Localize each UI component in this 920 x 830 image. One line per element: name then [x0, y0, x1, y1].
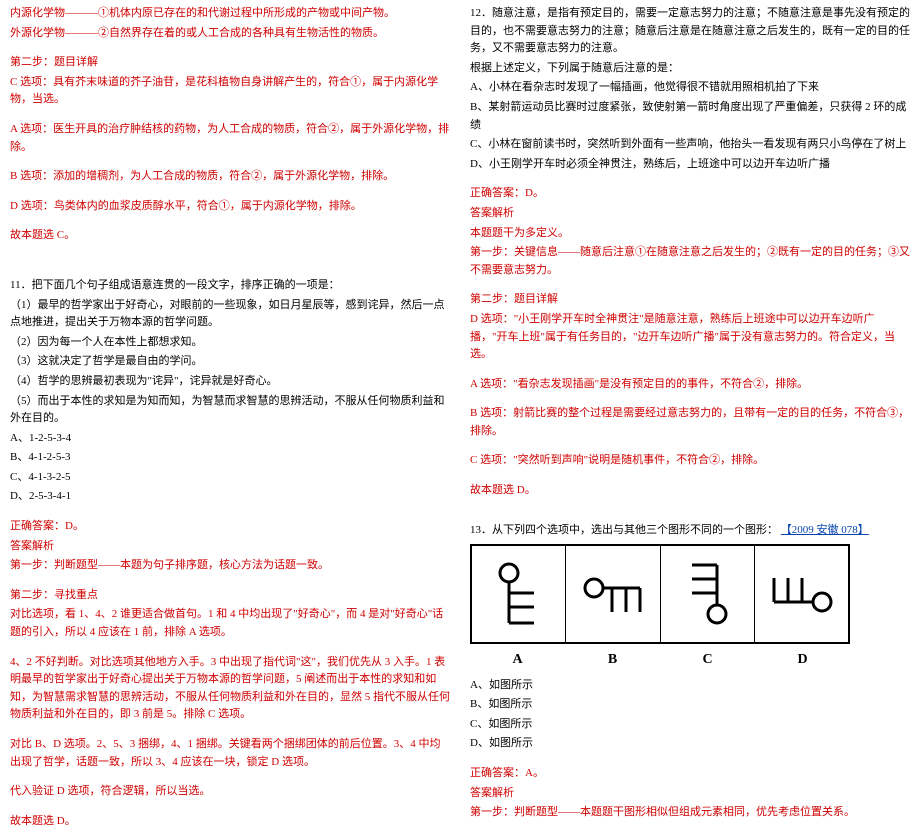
q12-option-c: C、小林在窗前读书时，突然听到外面有一些声响，他抬头一看发现有两只小鸟停在了树上 [470, 136, 910, 154]
q11-step2-p4: 代入验证 D 选项，符合逻辑，所以当选。 [10, 783, 450, 801]
q11-step2-p2: 4、2 不好判断。对比选项其他地方入手。3 中出现了指代词"这"，我们优先从 3… [10, 654, 450, 724]
q13-explanation-label: 答案解析 [470, 785, 910, 803]
q11-step1: 第一步：判断题型——本题为句子排序题，核心方法为话题一致。 [10, 557, 450, 575]
label-c: C [660, 649, 755, 671]
q11-title: 11．把下面几个句子组成语意连贯的一段文字，排序正确的一项是： [10, 277, 450, 295]
option-a-text: A 选项：医生开具的治疗肿结核的药物，为人工合成的物质，符合②，属于外源化学物，… [10, 121, 450, 156]
q13-title-text: 13．从下列四个选项中，选出与其他三个图形不同的一个图形： [470, 524, 778, 536]
figure-cell-a [472, 546, 566, 642]
intro-line-1: 内源化学物———①机体内原已存在的和代谢过程中所形成的产物或中间产物。 [10, 5, 450, 23]
q11-conclusion: 故本题选 D。 [10, 813, 450, 830]
q11-explanation-label: 答案解析 [10, 538, 450, 556]
q12-option-a: A、小林在看杂志时发现了一幅插画，他觉得很不错就用照相机拍了下来 [470, 79, 910, 97]
conclusion-1: 故本题选 C。 [10, 227, 450, 245]
q11-option-c: C、4-1-3-2-5 [10, 469, 450, 487]
q11-sentence-2: （2）因为每一个人在本性上都想求知。 [10, 334, 450, 352]
q12-explanation-label: 答案解析 [470, 205, 910, 223]
q12-d-analysis: D 选项："小王刚学开车时全神贯注"是随意注意，熟练后上班途中可以边开车边听广播… [470, 311, 910, 364]
q12-a-analysis: A 选项："看杂志发现插画"是没有预定目的的事件，不符合②，排除。 [470, 376, 910, 394]
intro-line-2: 外源化学物———②自然界存在着的或人工合成的各种具有生物活性的物质。 [10, 25, 450, 43]
q13-option-a: A、如图所示 [470, 677, 910, 695]
figure-cell-d [755, 546, 848, 642]
q12-c-analysis: C 选项："突然听到声响"说明是随机事件，不符合②，排除。 [470, 452, 910, 470]
q12-question: 根据上述定义，下列属于随意后注意的是： [470, 60, 910, 78]
q11-sentence-4: （4）哲学的思辨最初表现为"诧异"，诧异就是好奇心。 [10, 373, 450, 391]
q12-type: 本题题干为多定义。 [470, 225, 910, 243]
q13-label-row: A B C D [470, 649, 850, 671]
q11-option-d: D、2-5-3-4-1 [10, 488, 450, 506]
option-d-text: D 选项：鸟类体内的血浆皮质醇水平，符合①，属于内源化学物，排除。 [10, 198, 450, 216]
right-column: 12．随意注意，是指有预定目的，需要一定意志努力的注意；不随意注意是事先没有预定… [460, 0, 920, 651]
q11-option-a: A、1-2-5-3-4 [10, 430, 450, 448]
q12-option-d: D、小王刚学开车时必须全神贯注，熟练后，上班途中可以边开车边听广播 [470, 156, 910, 174]
q11-answer: 正确答案：D。 [10, 518, 450, 536]
option-c-text: C 选项：具有芥末味道的芥子油苷，是花科植物自身讲解产生的，符合①，属于内源化学… [10, 74, 450, 109]
q12-option-b: B、某射箭运动员比赛时过度紧张，致使射第一箭时角度出现了严重偏差，只获得 2 环… [470, 99, 910, 134]
left-column: 内源化学物———①机体内原已存在的和代谢过程中所形成的产物或中间产物。 外源化学… [0, 0, 460, 651]
label-b: B [565, 649, 660, 671]
figure-a-icon [489, 559, 549, 629]
q12-answer: 正确答案：D。 [470, 185, 910, 203]
option-b-text: B 选项：添加的增稠剂，为人工合成的物质，符合②，属于外源化学物，排除。 [10, 168, 450, 186]
figure-c-icon [677, 559, 737, 629]
q11-step2-p1: 对比选项，看 1、4、2 谁更适合做首句。1 和 4 中均出现了"好奇心"，而 … [10, 606, 450, 641]
figure-d-icon [766, 564, 836, 624]
q13-option-b: B、如图所示 [470, 696, 910, 714]
q11-step2-title: 第二步：寻找重点 [10, 587, 450, 605]
q13-option-d: D、如图所示 [470, 735, 910, 753]
label-d: D [755, 649, 850, 671]
q13-answer: 正确答案：A。 [470, 765, 910, 783]
q12-conclusion: 故本题选 D。 [470, 482, 910, 500]
q11-sentence-5: （5）而出于本性的求知是为知而知，为智慧而求智慧的思辨活动，不服从任何物质利益和… [10, 393, 450, 428]
q12-step1: 第一步：关键信息——随意后注意①在随意注意之后发生的；②既有一定的目的任务；③又… [470, 244, 910, 279]
q13-step1: 第一步：判断题型——本题题干图形相似但组成元素相同，优先考虑位置关系。 [470, 804, 910, 822]
q11-option-b: B、4-1-2-5-3 [10, 449, 450, 467]
q12-b-analysis: B 选项：射箭比赛的整个过程是需要经过意志努力的，且带有一定的目的任务，不符合③… [470, 405, 910, 440]
figure-cell-b [566, 546, 660, 642]
q13-figure-box [470, 544, 850, 644]
figure-cell-c [661, 546, 755, 642]
q11-sentence-1: （1）最早的哲学家出于好奇心，对眼前的一些现象，如日月星辰等，感到诧异，然后一点… [10, 297, 450, 332]
q12-step2-title: 第二步：题目详解 [470, 291, 910, 309]
q11-sentence-3: （3）这就决定了哲学是最自由的学问。 [10, 353, 450, 371]
q13-option-c: C、如图所示 [470, 716, 910, 734]
q13-title: 13．从下列四个选项中，选出与其他三个图形不同的一个图形： 【2009 安徽 0… [470, 522, 910, 540]
q12-stem: 12．随意注意，是指有预定目的，需要一定意志努力的注意；不随意注意是事先没有预定… [470, 5, 910, 58]
q13-source-link[interactable]: 【2009 安徽 078】 [781, 524, 869, 536]
figure-b-icon [578, 564, 648, 624]
step2-title: 第二步：题目详解 [10, 54, 450, 72]
label-a: A [470, 649, 565, 671]
q11-step2-p3: 对比 B、D 选项。2、5、3 捆绑，4、1 捆绑。关键看两个捆绑团体的前后位置… [10, 736, 450, 771]
